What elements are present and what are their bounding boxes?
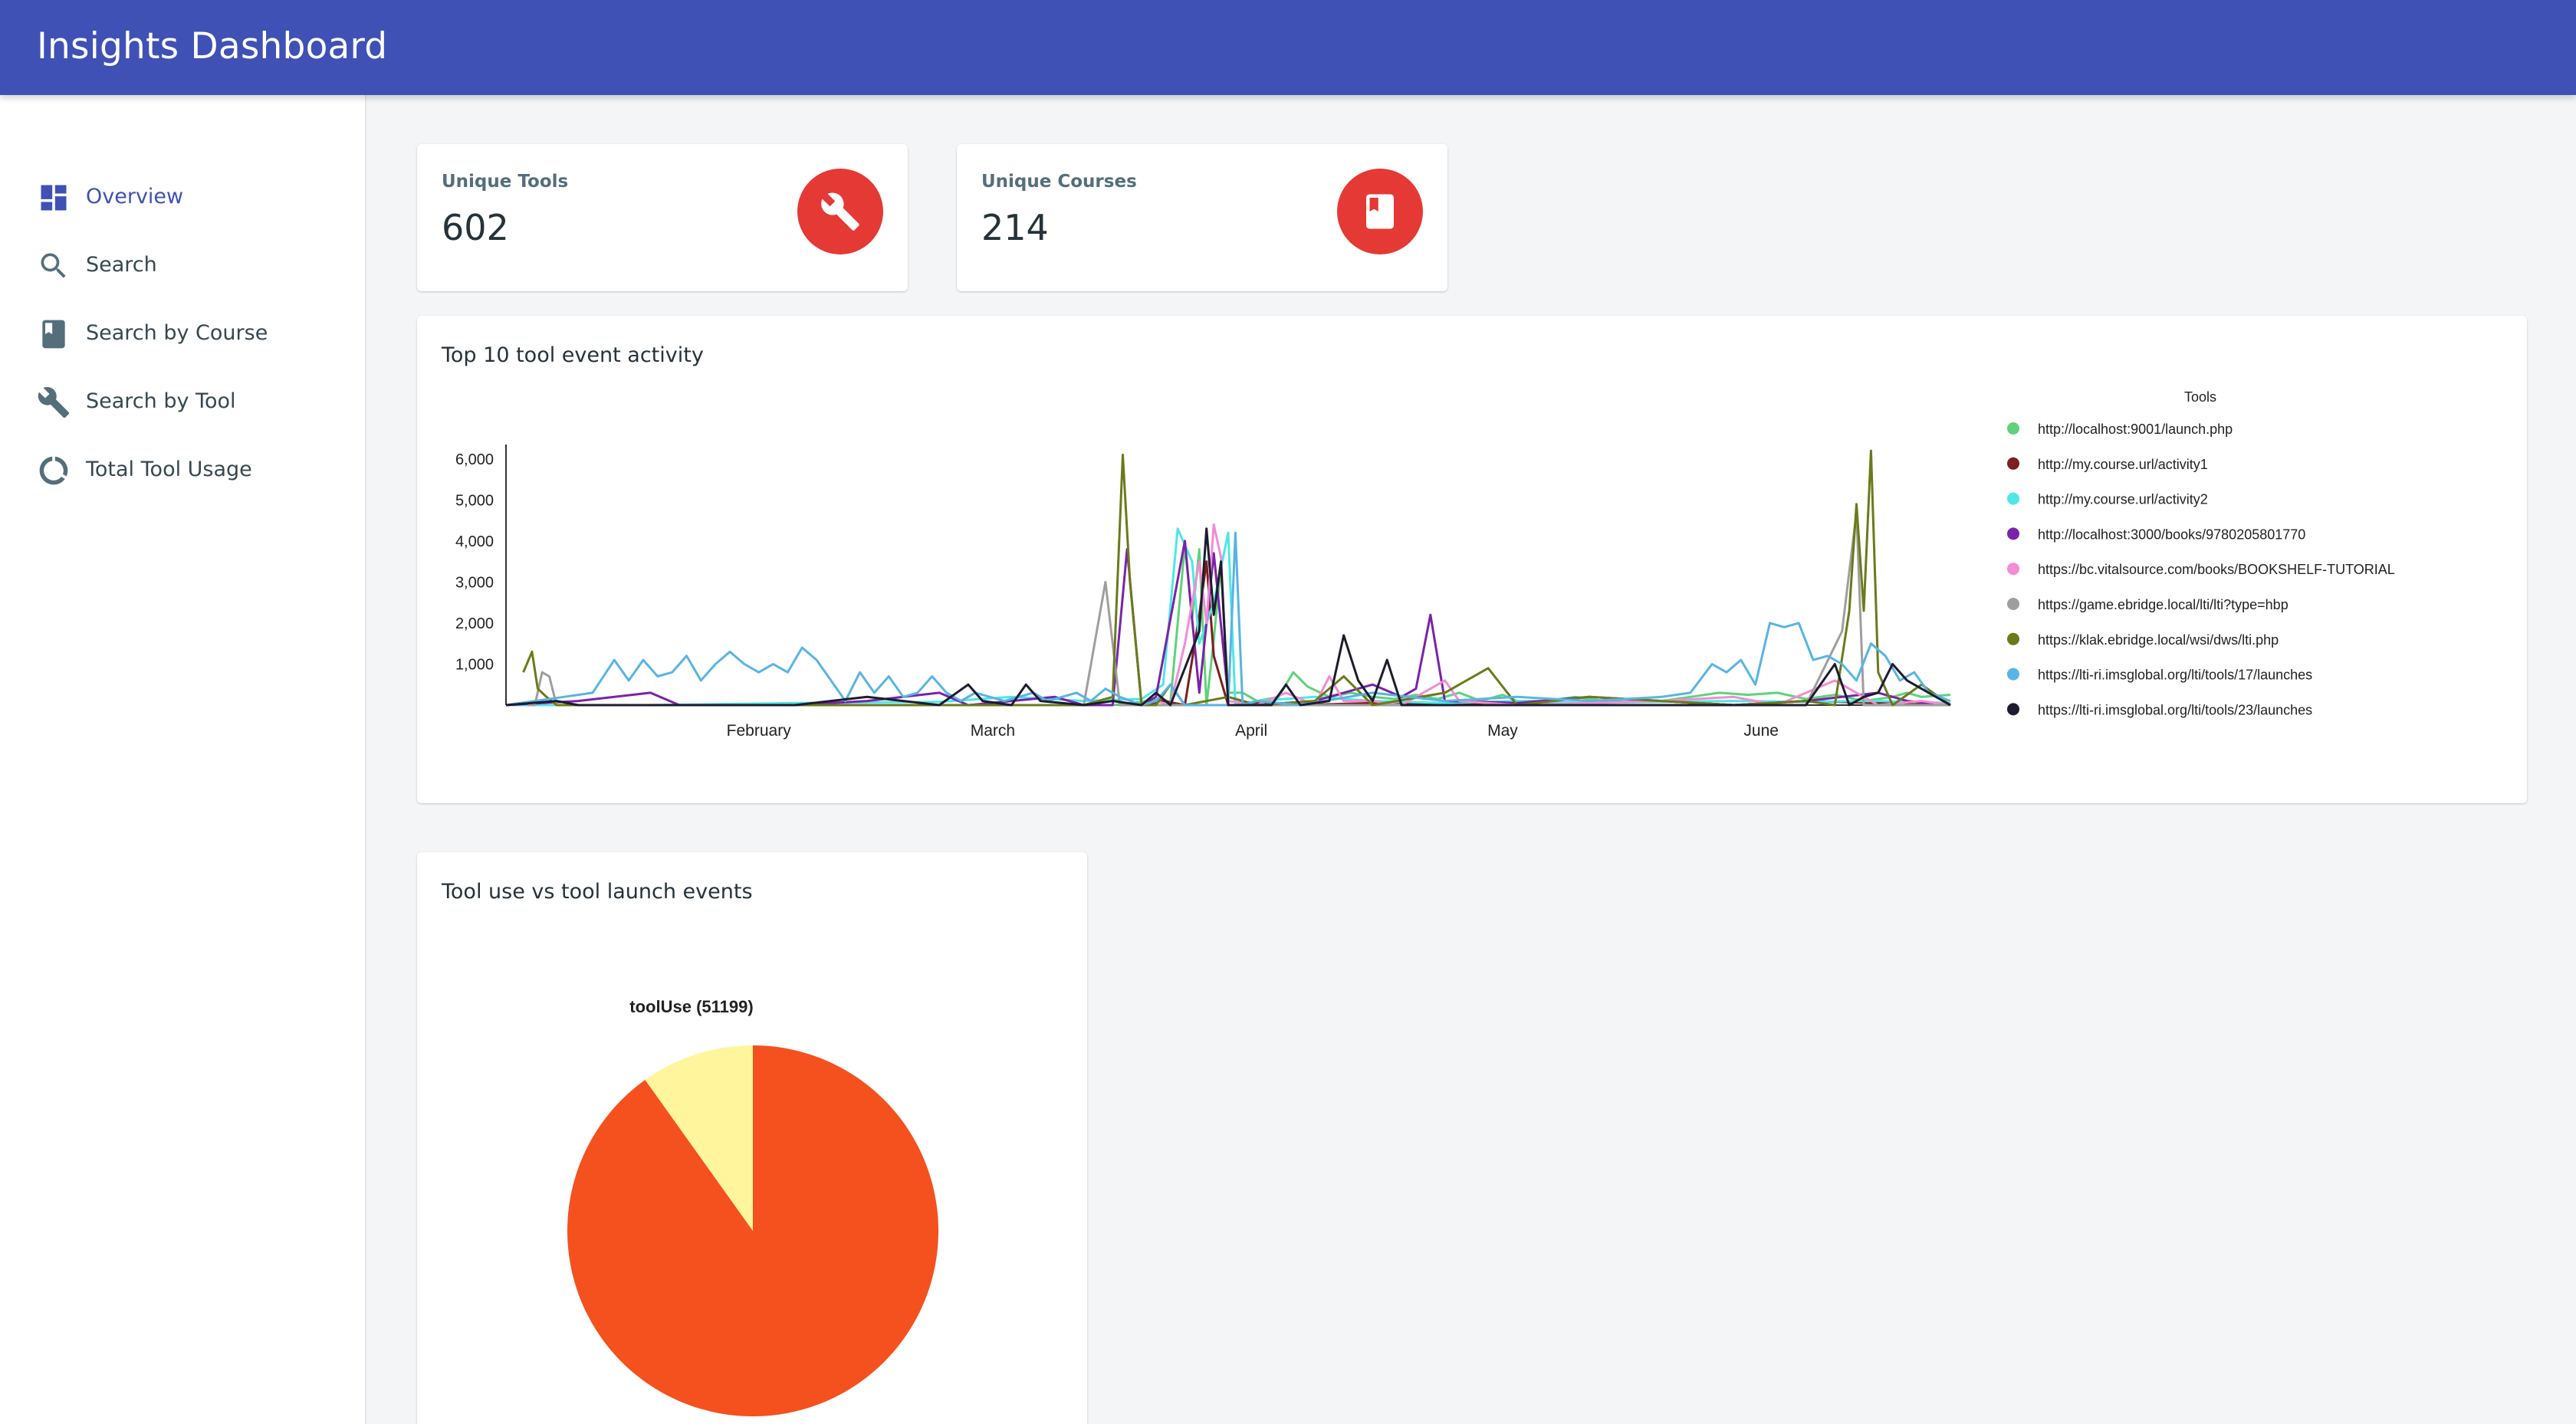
x-tick-label: May [1487, 722, 1518, 740]
app-title: Insights Dashboard [37, 25, 388, 67]
legend-label: https://lti-ri.imsglobal.org/lti/tools/1… [2038, 668, 2312, 683]
series-line [1141, 523, 1951, 707]
legend-swatch [2007, 598, 2019, 610]
unique-tools-card: Unique Tools 602 [417, 144, 908, 291]
wrench-icon [797, 169, 883, 254]
legend-swatch [2007, 632, 2019, 645]
top-tools-activity-card: Top 10 tool event activity 1,000 2,000 3,0… [417, 316, 2527, 803]
wrench-icon [37, 386, 71, 419]
stat-value: 602 [442, 207, 509, 248]
sidebar-item-search-by-tool[interactable]: Search by Tool [0, 370, 365, 431]
x-tick-label: March [971, 722, 1015, 740]
sidebar: Overview Search Search by Course Search … [0, 95, 366, 1424]
donut-icon [37, 454, 71, 487]
legend-swatch [2007, 492, 2019, 505]
y-tick-label: 2,000 [455, 615, 494, 632]
x-tick-label: April [1235, 722, 1267, 740]
y-tick-label: 5,000 [455, 492, 494, 509]
stat-title: Unique Courses [981, 172, 1137, 192]
y-tick-label: 6,000 [455, 451, 494, 468]
legend-label: http://my.course.url/activity2 [2038, 492, 2208, 507]
sidebar-item-label: Search [86, 252, 157, 277]
unique-courses-card: Unique Courses 214 [957, 144, 1447, 291]
x-tick-label: February [727, 722, 792, 740]
search-icon [37, 249, 71, 283]
dashboard-icon [37, 181, 71, 215]
y-tick-label: 3,000 [455, 574, 494, 591]
legend-label: https://lti-ri.imsglobal.org/lti/tools/2… [2038, 702, 2312, 717]
sidebar-item-search-by-course[interactable]: Search by Course [0, 302, 365, 363]
legend-swatch [2007, 422, 2019, 435]
legend-label: https://bc.vitalsource.com/books/BOOKSHE… [2038, 562, 2395, 577]
legend-label: https://klak.ebridge.local/wsi/dws/lti.p… [2038, 632, 2279, 648]
y-tick-label: 1,000 [455, 656, 494, 673]
stat-title: Unique Tools [442, 172, 569, 192]
book-icon [37, 317, 71, 351]
tool-use-pie-chart: toolUse (51199) [567, 997, 939, 1416]
pie-slice [567, 1045, 939, 1416]
legend-swatch [2007, 527, 2019, 540]
x-tick-label: June [1743, 722, 1779, 740]
pie-slice-label: toolUse (51199) [629, 997, 753, 1016]
legend-title: Tools [2184, 389, 2216, 405]
book-icon [1337, 169, 1423, 254]
tool-use-vs-launch-card: Tool use vs tool launch events toolUse (… [417, 852, 1087, 1424]
sidebar-item-label: Search by Course [86, 320, 268, 345]
legend-swatch [2007, 457, 2019, 470]
sidebar-item-total-tool-usage[interactable]: Total Tool Usage [0, 438, 365, 500]
legend-label: https://game.ebridge.local/lti/lti?type=… [2038, 597, 2288, 612]
activity-line-chart: 1,000 2,000 3,000 4,000 5,000 6,000 February Ma… [455, 389, 2395, 740]
legend-swatch [2007, 668, 2019, 681]
sidebar-item-overview[interactable]: Overview [0, 166, 365, 227]
legend-label: http://my.course.url/activity1 [2038, 457, 2208, 472]
legend-swatch [2007, 563, 2019, 576]
sidebar-item-search[interactable]: Search [0, 234, 365, 295]
sidebar-item-label: Overview [86, 184, 184, 208]
stat-value: 214 [981, 207, 1049, 248]
legend-swatch [2007, 703, 2019, 716]
y-tick-label: 4,000 [455, 533, 494, 550]
app-bar: Insights Dashboard [0, 0, 2576, 95]
legend-label: http://localhost:9001/launch.php [2038, 422, 2233, 437]
sidebar-item-label: Total Tool Usage [86, 457, 252, 481]
legend-label: http://localhost:3000/books/978020580177… [2038, 527, 2305, 542]
sidebar-item-label: Search by Tool [86, 389, 236, 413]
